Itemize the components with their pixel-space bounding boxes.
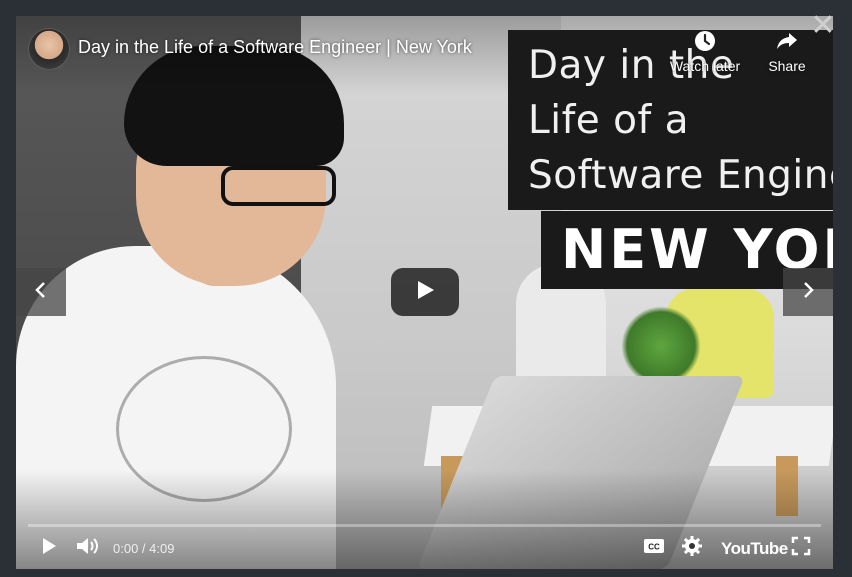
captions-button[interactable]: CC	[642, 535, 666, 561]
watch-later-label: Watch later	[669, 58, 741, 74]
fullscreen-icon	[791, 536, 811, 561]
cc-icon: CC	[643, 538, 665, 559]
close-icon[interactable]: ✕	[809, 11, 837, 41]
video-player[interactable]: Day in the Life of a Software Engineer N…	[16, 16, 833, 569]
title-card-line-2: Life of a	[528, 98, 690, 143]
share-label: Share	[768, 58, 806, 74]
chevron-right-icon	[798, 280, 818, 305]
gear-icon	[681, 535, 703, 562]
channel-avatar[interactable]	[28, 28, 70, 70]
player-controls: 0:00 / 4:09 CC YouTube	[16, 529, 833, 569]
play-icon	[414, 279, 436, 306]
video-title[interactable]: Day in the Life of a Software Engineer |…	[78, 37, 472, 58]
settings-button[interactable]	[680, 535, 704, 561]
volume-icon	[75, 535, 99, 562]
volume-button[interactable]	[74, 535, 100, 561]
large-play-button[interactable]	[391, 268, 459, 316]
time-display: 0:00 / 4:09	[113, 541, 175, 556]
chevron-left-icon	[31, 280, 51, 305]
progress-bar[interactable]	[28, 524, 821, 527]
clock-icon	[668, 28, 742, 54]
svg-text:CC: CC	[648, 542, 660, 551]
play-button[interactable]	[36, 535, 62, 561]
next-video-button[interactable]	[783, 268, 833, 316]
fullscreen-button[interactable]	[789, 535, 813, 561]
title-card-line-3: Software Engineer	[528, 153, 833, 198]
youtube-logo[interactable]: YouTube	[721, 539, 788, 559]
play-icon	[40, 536, 58, 561]
watch-later-button[interactable]: Watch later	[668, 28, 742, 74]
previous-video-button[interactable]	[16, 268, 66, 316]
